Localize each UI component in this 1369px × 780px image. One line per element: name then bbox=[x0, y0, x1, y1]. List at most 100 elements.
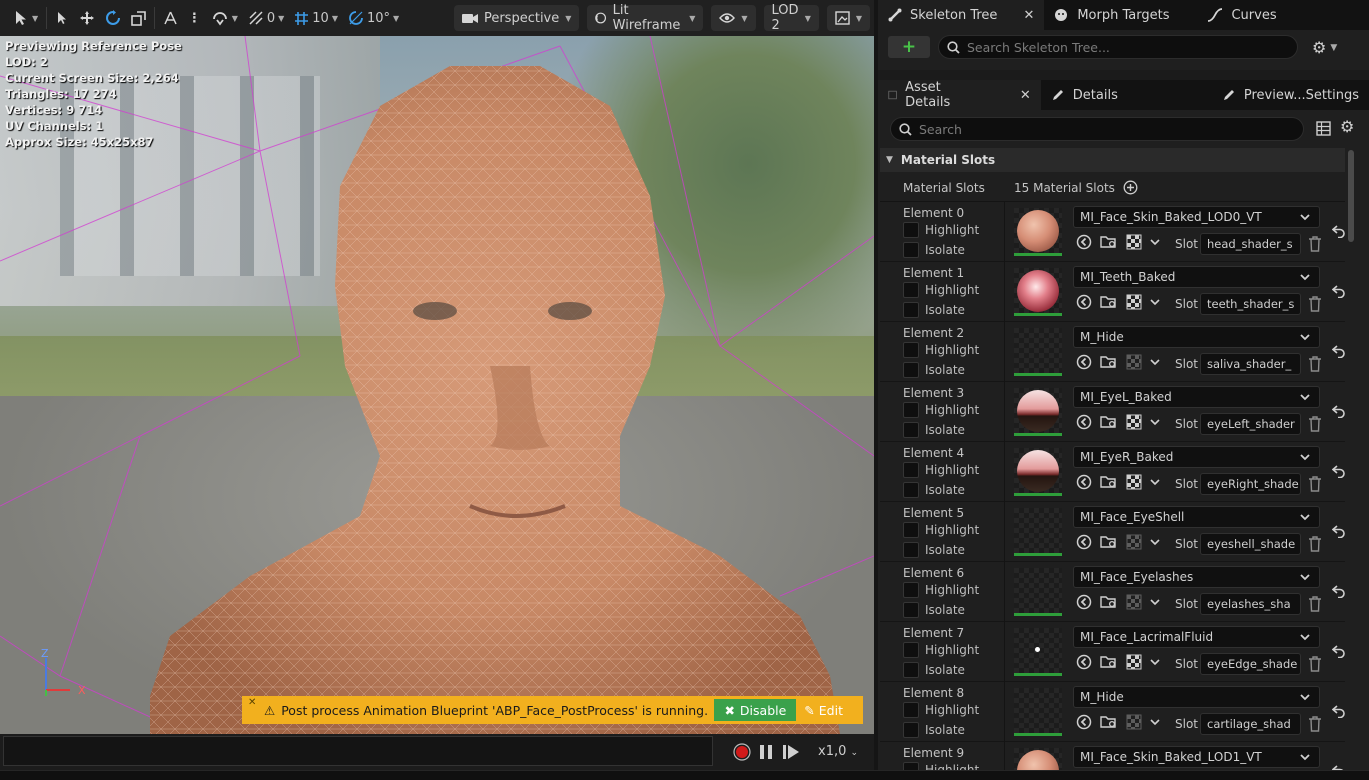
reset-arrow-icon[interactable] bbox=[1332, 704, 1346, 718]
select-mode-button[interactable]: ▼ bbox=[8, 5, 43, 31]
isolate-checkbox[interactable] bbox=[903, 542, 919, 558]
skeleton-settings-button[interactable]: ⚙ ▼ bbox=[1312, 38, 1337, 57]
trash-icon[interactable] bbox=[1308, 536, 1322, 552]
tab-details[interactable]: Details bbox=[1041, 80, 1128, 110]
browse-back-icon[interactable] bbox=[1076, 414, 1092, 430]
highlight-checkbox[interactable] bbox=[903, 222, 919, 238]
browse-folder-icon[interactable] bbox=[1100, 294, 1118, 310]
step-forward-button[interactable] bbox=[782, 742, 800, 762]
trash-icon[interactable] bbox=[1308, 656, 1322, 672]
material-dropdown[interactable]: M_Hide bbox=[1073, 686, 1320, 708]
scale-snap-button[interactable]: 0 ▼ bbox=[243, 5, 289, 31]
angle-snap-button[interactable]: 10° ▼ bbox=[343, 5, 404, 31]
browse-back-icon[interactable] bbox=[1076, 234, 1092, 250]
chevron-down-icon[interactable] bbox=[1150, 297, 1160, 307]
details-search-input[interactable]: Search bbox=[890, 117, 1304, 141]
isolate-checkbox[interactable] bbox=[903, 302, 919, 318]
slot-name-input[interactable]: eyeRight_shade bbox=[1200, 473, 1301, 495]
reset-arrow-icon[interactable] bbox=[1332, 584, 1346, 598]
show-flags-dropdown[interactable]: ▼ bbox=[711, 5, 756, 31]
browse-folder-icon[interactable] bbox=[1100, 354, 1118, 370]
highlight-checkbox[interactable] bbox=[903, 342, 919, 358]
settings-gear-icon[interactable]: ⚙ bbox=[1340, 117, 1354, 136]
browse-back-icon[interactable] bbox=[1076, 294, 1092, 310]
browse-folder-icon[interactable] bbox=[1100, 714, 1118, 730]
reset-arrow-icon[interactable] bbox=[1332, 344, 1346, 358]
reset-arrow-icon[interactable] bbox=[1332, 224, 1346, 238]
scale-tool-button[interactable] bbox=[126, 5, 151, 31]
checker-texture-icon[interactable] bbox=[1126, 654, 1142, 670]
material-dropdown[interactable]: MI_Face_Eyelashes bbox=[1073, 566, 1320, 588]
trash-icon[interactable] bbox=[1308, 416, 1322, 432]
timeline-scrubber[interactable] bbox=[3, 736, 713, 766]
browse-back-icon[interactable] bbox=[1076, 654, 1092, 670]
slot-name-input[interactable]: eyelashes_sha bbox=[1200, 593, 1301, 615]
chevron-down-icon[interactable] bbox=[1150, 357, 1160, 367]
lighting-mode-dropdown[interactable]: Lit Wireframe ▼ bbox=[587, 3, 704, 33]
chevron-down-icon[interactable] bbox=[1150, 477, 1160, 487]
isolate-checkbox[interactable] bbox=[903, 362, 919, 378]
reset-arrow-icon[interactable] bbox=[1332, 284, 1346, 298]
browse-folder-icon[interactable] bbox=[1100, 474, 1118, 490]
browse-folder-icon[interactable] bbox=[1100, 234, 1118, 250]
checker-texture-icon[interactable] bbox=[1126, 354, 1142, 370]
tab-preview-settings[interactable]: Preview...Settings bbox=[1212, 80, 1369, 110]
browse-folder-icon[interactable] bbox=[1100, 654, 1118, 670]
chevron-down-icon[interactable] bbox=[1150, 537, 1160, 547]
pause-button[interactable] bbox=[758, 742, 774, 762]
tab-curves[interactable]: Curves bbox=[1197, 0, 1286, 30]
checker-texture-icon[interactable] bbox=[1126, 414, 1142, 430]
close-icon[interactable]: ✕ bbox=[1020, 88, 1031, 103]
browse-back-icon[interactable] bbox=[1076, 534, 1092, 550]
material-thumbnail[interactable] bbox=[1014, 268, 1062, 316]
browse-back-icon[interactable] bbox=[1076, 474, 1092, 490]
close-icon[interactable]: ✕ bbox=[1023, 8, 1034, 23]
translate-tool-button[interactable] bbox=[74, 5, 100, 31]
chevron-down-icon[interactable] bbox=[1150, 717, 1160, 727]
tab-skeleton-tree[interactable]: Skeleton Tree ✕ bbox=[878, 0, 1045, 30]
reset-arrow-icon[interactable] bbox=[1332, 644, 1346, 658]
material-thumbnail[interactable] bbox=[1014, 748, 1062, 770]
browse-folder-icon[interactable] bbox=[1100, 594, 1118, 610]
material-thumbnail[interactable] bbox=[1014, 688, 1062, 736]
checker-texture-icon[interactable] bbox=[1126, 474, 1142, 490]
material-dropdown[interactable]: MI_Face_Skin_Baked_LOD1_VT bbox=[1073, 746, 1320, 768]
browse-back-icon[interactable] bbox=[1076, 354, 1092, 370]
trash-icon[interactable] bbox=[1308, 356, 1322, 372]
checker-texture-icon[interactable] bbox=[1126, 534, 1142, 550]
isolate-checkbox[interactable] bbox=[903, 482, 919, 498]
notification-close-icon[interactable]: ✕ bbox=[248, 697, 256, 708]
chevron-down-icon[interactable] bbox=[1150, 237, 1160, 247]
reset-arrow-icon[interactable] bbox=[1332, 524, 1346, 538]
trash-icon[interactable] bbox=[1308, 236, 1322, 252]
highlight-checkbox[interactable] bbox=[903, 762, 919, 770]
checker-texture-icon[interactable] bbox=[1126, 594, 1142, 610]
surface-snap-button[interactable]: ▼ bbox=[206, 5, 243, 31]
coordinate-space-button[interactable] bbox=[158, 5, 183, 31]
trash-icon[interactable] bbox=[1308, 476, 1322, 492]
material-dropdown[interactable]: MI_Teeth_Baked bbox=[1073, 266, 1320, 288]
disable-button[interactable]: ✖ Disable bbox=[714, 699, 797, 721]
reset-arrow-icon[interactable] bbox=[1332, 464, 1346, 478]
material-thumbnail[interactable] bbox=[1014, 388, 1062, 436]
chevron-down-icon[interactable] bbox=[1150, 417, 1160, 427]
viewport-options-dropdown[interactable]: ▼ bbox=[826, 5, 871, 31]
material-slots-section-header[interactable]: ▼ Material Slots bbox=[880, 148, 1345, 172]
checker-texture-icon[interactable] bbox=[1126, 294, 1142, 310]
material-dropdown[interactable]: M_Hide bbox=[1073, 326, 1320, 348]
slot-name-input[interactable]: eyeEdge_shade bbox=[1200, 653, 1301, 675]
browse-back-icon[interactable] bbox=[1076, 714, 1092, 730]
slot-name-input[interactable]: teeth_shader_s bbox=[1200, 293, 1301, 315]
checker-texture-icon[interactable] bbox=[1126, 714, 1142, 730]
highlight-checkbox[interactable] bbox=[903, 402, 919, 418]
table-view-icon[interactable] bbox=[1316, 121, 1331, 136]
lod-dropdown[interactable]: LOD 2 ▼ bbox=[763, 3, 819, 33]
material-dropdown[interactable]: MI_Face_LacrimalFluid bbox=[1073, 626, 1320, 648]
checker-texture-icon[interactable] bbox=[1126, 234, 1142, 250]
material-thumbnail[interactable] bbox=[1014, 568, 1062, 616]
trash-icon[interactable] bbox=[1308, 716, 1322, 732]
rotate-tool-button[interactable] bbox=[100, 5, 126, 31]
viewport[interactable]: ▼ ⋮ ▼ 0 ▼ 10 ▼ 10° ▼ Perspective ▼ Lit W… bbox=[0, 0, 874, 770]
browse-folder-icon[interactable] bbox=[1100, 534, 1118, 550]
isolate-checkbox[interactable] bbox=[903, 722, 919, 738]
